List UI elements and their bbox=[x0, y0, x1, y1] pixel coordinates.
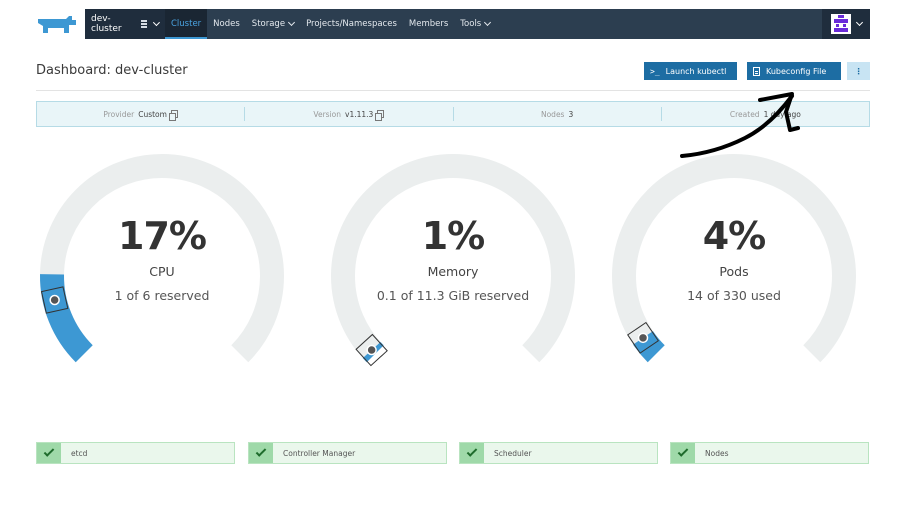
gauge-label: Pods bbox=[719, 264, 749, 279]
cluster-stack-icon bbox=[141, 20, 148, 28]
info-nodes: Nodes 3 bbox=[452, 107, 661, 121]
gauge-label: Memory bbox=[427, 264, 479, 279]
gauge-percent: 4% bbox=[702, 214, 767, 258]
component-scheduler: Scheduler bbox=[459, 442, 658, 464]
gauge-percent: 17% bbox=[118, 214, 207, 258]
more-vertical-icon: ⋮ bbox=[854, 66, 863, 76]
memory-gauge: 1% Memory 0.1 of 11.3 GiB reserved bbox=[321, 152, 585, 382]
gauge-fill bbox=[40, 274, 93, 363]
gauge-subtext: 1 of 6 reserved bbox=[114, 288, 210, 303]
component-nodes: Nodes bbox=[670, 442, 869, 464]
info-version: Version v1.11.3 bbox=[244, 107, 452, 121]
info-provider: Provider Custom bbox=[37, 107, 244, 121]
cpu-gauge: 17% CPU 1 of 6 reserved bbox=[30, 152, 294, 382]
nav-nodes[interactable]: Nodes bbox=[207, 9, 246, 39]
pods-gauge: 4% Pods 14 of 330 used bbox=[602, 152, 866, 382]
copy-icon[interactable] bbox=[375, 110, 385, 121]
gauge-subtext: 0.1 of 11.3 GiB reserved bbox=[376, 288, 530, 303]
cluster-selector[interactable]: dev-cluster bbox=[85, 9, 165, 39]
nav-members[interactable]: Members bbox=[403, 9, 454, 39]
nav-cluster[interactable]: Cluster bbox=[165, 9, 208, 39]
chevron-down-icon bbox=[153, 19, 161, 26]
gauge-track bbox=[612, 154, 856, 363]
user-avatar-icon bbox=[830, 14, 851, 34]
chevron-down-icon bbox=[855, 18, 863, 27]
nav-projects-namespaces[interactable]: Projects/Namespaces bbox=[300, 9, 403, 39]
page-title: Dashboard: dev-cluster bbox=[36, 63, 188, 78]
gauge-percent: 1% bbox=[421, 214, 486, 258]
cluster-name: dev-cluster bbox=[91, 14, 122, 34]
check-icon bbox=[460, 443, 484, 463]
gauge-track bbox=[40, 154, 284, 363]
launch-kubectl-button[interactable]: >_ Launch kubectl bbox=[644, 62, 737, 80]
component-controller-manager: Controller Manager bbox=[248, 442, 447, 464]
chevron-down-icon bbox=[288, 18, 296, 27]
check-icon bbox=[671, 443, 695, 463]
gauge-label: CPU bbox=[149, 264, 175, 279]
copy-icon[interactable] bbox=[168, 110, 178, 121]
top-navbar: dev-cluster Cluster Nodes Storage Projec… bbox=[85, 9, 870, 39]
check-icon bbox=[37, 443, 61, 463]
nav-storage[interactable]: Storage bbox=[246, 9, 300, 39]
check-icon bbox=[249, 443, 273, 463]
nav-tools[interactable]: Tools bbox=[454, 9, 496, 39]
user-menu[interactable] bbox=[822, 9, 870, 39]
file-icon bbox=[753, 66, 760, 76]
more-actions-button[interactable]: ⋮ bbox=[847, 62, 870, 80]
chevron-down-icon bbox=[484, 18, 492, 27]
rancher-logo[interactable] bbox=[36, 13, 80, 37]
kubeconfig-file-button[interactable]: Kubeconfig File bbox=[747, 62, 841, 80]
component-etcd: etcd bbox=[36, 442, 235, 464]
cluster-info-strip: Provider Custom Version v1.11.3 Nodes 3 … bbox=[36, 101, 870, 127]
header-divider bbox=[36, 90, 870, 91]
terminal-icon: >_ bbox=[650, 66, 660, 76]
gauge-subtext: 14 of 330 used bbox=[687, 288, 781, 303]
gauge-track bbox=[331, 154, 575, 363]
info-created: Created 1 day ago bbox=[660, 107, 869, 121]
